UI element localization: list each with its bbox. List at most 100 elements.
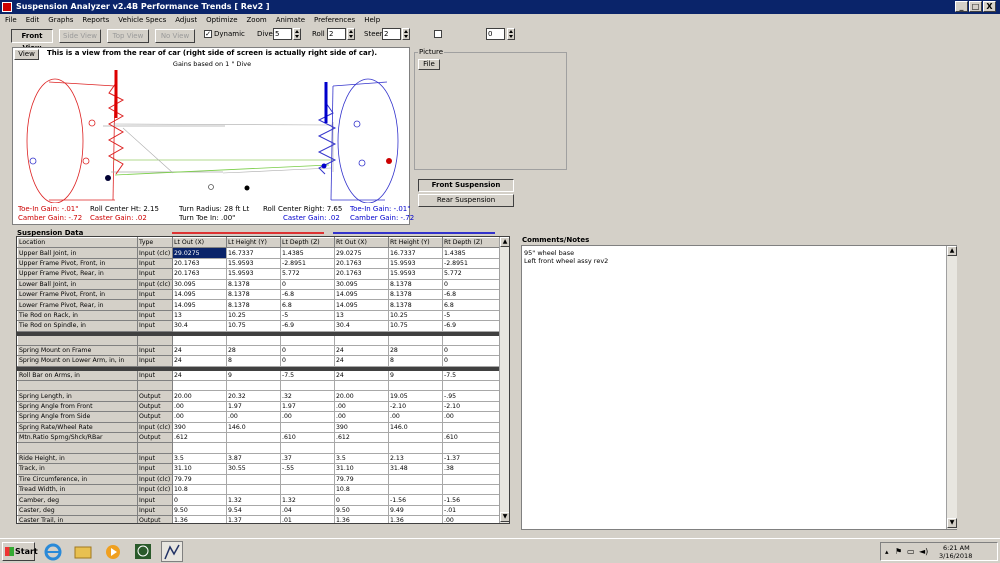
- data-cell[interactable]: 3.5: [334, 452, 389, 465]
- data-cell[interactable]: -1.37: [442, 452, 500, 465]
- data-cell[interactable]: .612: [172, 432, 227, 444]
- data-cell[interactable]: 24: [172, 355, 227, 367]
- menu-help[interactable]: Help: [364, 14, 380, 27]
- data-cell[interactable]: 8.1378: [388, 299, 443, 311]
- data-cell[interactable]: 10.8: [172, 483, 227, 496]
- data-cell[interactable]: 1.4385: [280, 247, 335, 259]
- flag-icon[interactable]: ⚑: [895, 547, 902, 556]
- data-cell[interactable]: -2.8951: [280, 257, 335, 270]
- front-suspension-button[interactable]: Front Suspension: [418, 179, 514, 192]
- data-cell[interactable]: 1.97: [280, 400, 335, 413]
- data-cell[interactable]: 79.79: [172, 473, 227, 486]
- data-cell[interactable]: [334, 334, 389, 346]
- dive-input[interactable]: 5: [273, 28, 292, 40]
- menu-preferences[interactable]: Preferences: [314, 14, 355, 27]
- menu-graphs[interactable]: Graphs: [48, 14, 73, 27]
- data-cell[interactable]: [280, 380, 335, 392]
- data-cell[interactable]: .610: [280, 432, 335, 444]
- data-cell[interactable]: 30.4: [334, 320, 389, 332]
- data-cell[interactable]: 15.9593: [226, 257, 281, 270]
- close-button[interactable]: X: [983, 1, 996, 12]
- data-cell[interactable]: 8.1378: [388, 288, 443, 301]
- data-cell[interactable]: [442, 421, 500, 434]
- rear-suspension-button[interactable]: Rear Suspension: [418, 194, 514, 207]
- data-cell[interactable]: [334, 442, 389, 454]
- data-cell[interactable]: .00: [172, 400, 227, 413]
- data-cell[interactable]: [388, 473, 443, 486]
- data-cell[interactable]: 24: [172, 369, 227, 382]
- data-cell[interactable]: [442, 473, 500, 486]
- data-cell[interactable]: 14.095: [334, 299, 389, 311]
- data-cell[interactable]: 10.75: [388, 320, 443, 332]
- data-cell[interactable]: -.55: [280, 463, 335, 475]
- volume-icon[interactable]: ◄): [919, 547, 928, 556]
- media-player-icon[interactable]: [102, 541, 124, 562]
- app-launcher-icon[interactable]: [132, 541, 154, 562]
- data-cell[interactable]: 146.0: [388, 421, 443, 434]
- data-cell[interactable]: 0: [280, 344, 335, 357]
- data-cell[interactable]: 0: [334, 494, 389, 506]
- data-cell[interactable]: [172, 380, 227, 392]
- menu-adjust[interactable]: Adjust: [175, 14, 197, 27]
- data-cell[interactable]: [226, 483, 281, 496]
- data-cell[interactable]: 1.36: [388, 515, 443, 523]
- data-cell[interactable]: -6.8: [442, 288, 500, 301]
- data-cell[interactable]: 1.97: [226, 400, 281, 413]
- data-cell[interactable]: 6.8: [442, 299, 500, 311]
- data-cell[interactable]: 14.095: [334, 288, 389, 301]
- data-cell[interactable]: [388, 432, 443, 444]
- data-cell[interactable]: 9.50: [334, 504, 389, 517]
- data-cell[interactable]: 30.095: [334, 278, 389, 290]
- data-cell[interactable]: 14.095: [172, 288, 227, 301]
- data-cell[interactable]: 24: [334, 344, 389, 357]
- data-cell[interactable]: [442, 334, 500, 346]
- data-cell[interactable]: .00: [334, 400, 389, 413]
- data-cell[interactable]: 13: [334, 309, 389, 322]
- clock-time[interactable]: 6:21 AM: [943, 544, 970, 552]
- data-cell[interactable]: -2.10: [388, 400, 443, 413]
- data-cell[interactable]: [226, 473, 281, 486]
- data-cell[interactable]: 9.54: [226, 504, 281, 517]
- menu-animate[interactable]: Animate: [276, 14, 305, 27]
- data-cell[interactable]: [442, 483, 500, 496]
- data-cell[interactable]: 13: [172, 309, 227, 322]
- data-cell[interactable]: -6.8: [280, 288, 335, 301]
- data-cell[interactable]: 1.36: [334, 515, 389, 523]
- menu-file[interactable]: File: [5, 14, 17, 27]
- data-cell[interactable]: .38: [442, 463, 500, 475]
- data-cell[interactable]: .00: [280, 411, 335, 423]
- data-cell[interactable]: -2.10: [442, 400, 500, 413]
- data-cell[interactable]: .00: [388, 411, 443, 423]
- data-cell[interactable]: -7.5: [280, 369, 335, 382]
- menu-zoom[interactable]: Zoom: [247, 14, 267, 27]
- data-cell[interactable]: [442, 380, 500, 392]
- data-cell[interactable]: .00: [172, 411, 227, 423]
- data-cell[interactable]: .00: [442, 411, 500, 423]
- tab-side-view[interactable]: Side View: [59, 29, 101, 43]
- data-cell[interactable]: 1.36: [172, 515, 227, 523]
- data-cell[interactable]: 10.75: [226, 320, 281, 332]
- data-cell[interactable]: .00: [226, 411, 281, 423]
- internet-explorer-icon[interactable]: [42, 541, 64, 562]
- tray-expand-icon[interactable]: ▴: [885, 548, 889, 556]
- data-cell[interactable]: 15.9593: [388, 257, 443, 270]
- data-cell[interactable]: 390: [172, 421, 227, 434]
- data-cell[interactable]: [226, 432, 281, 444]
- data-cell[interactable]: [226, 334, 281, 346]
- data-cell[interactable]: 20.1763: [172, 268, 227, 280]
- data-cell[interactable]: [172, 442, 227, 454]
- data-cell[interactable]: -.01: [442, 504, 500, 517]
- data-cell[interactable]: 28: [388, 344, 443, 357]
- data-cell[interactable]: 30.095: [172, 278, 227, 290]
- data-cell[interactable]: 9: [388, 369, 443, 382]
- data-cell[interactable]: 2.13: [388, 452, 443, 465]
- scroll-down-button[interactable]: ▼: [500, 512, 509, 522]
- roll-input[interactable]: 2: [327, 28, 346, 40]
- data-cell[interactable]: 0: [172, 494, 227, 506]
- comments-scroll-down[interactable]: ▼: [947, 518, 957, 528]
- data-cell[interactable]: [172, 334, 227, 346]
- data-cell[interactable]: 10.25: [226, 309, 281, 322]
- data-cell[interactable]: 10.8: [334, 483, 389, 496]
- data-cell[interactable]: 16.7337: [388, 247, 443, 259]
- data-cell[interactable]: 20.32: [226, 390, 281, 402]
